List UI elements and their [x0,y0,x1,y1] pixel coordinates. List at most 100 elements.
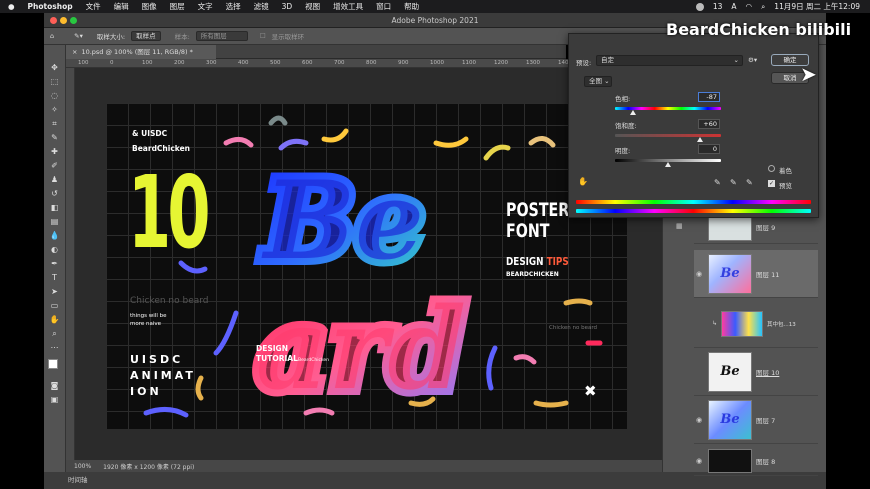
menu-view[interactable]: 视图 [305,1,320,12]
saturation-slider-handle[interactable] [696,137,703,142]
brush-tool-icon[interactable]: ✐ [50,161,60,171]
zoom-tool-icon[interactable]: ⌕ [50,329,60,339]
quick-select-tool-icon[interactable]: ✧ [50,105,60,115]
menu-3d[interactable]: 3D [282,2,293,11]
visibility-eye-icon[interactable]: ◉ [694,270,704,278]
show-ring-checkbox[interactable]: ☐ [260,32,266,40]
foreground-color[interactable] [48,359,58,369]
menu-help[interactable]: 帮助 [404,1,419,12]
quick-mask-icon[interactable]: ◙ [50,381,60,391]
sample-select[interactable]: 所有图层 [195,31,248,41]
pen-tool-icon[interactable]: ✒ [50,259,60,269]
eyedropper-icon[interactable]: ✎ [50,133,60,143]
tutorial-small: TUTORIAL [256,354,298,363]
document-size[interactable]: 1920 像素 x 1200 像素 (72 ppi) [103,462,194,471]
apple-menu-icon[interactable]: ● [8,2,15,11]
ruler-tick-label: 500 [270,60,281,66]
eyedropper-icon[interactable]: ✎ [714,178,721,187]
eraser-tool-icon[interactable]: ◧ [50,203,60,213]
panel-icon[interactable]: ▦ [676,222,683,230]
lasso-tool-icon[interactable]: ◌ [50,91,60,101]
eyedropper-tool-icon[interactable]: ✎▾ [74,32,83,40]
search-icon[interactable]: ⌕ [761,2,765,12]
app-menu[interactable]: Photoshop [28,2,73,11]
stamp-tool-icon[interactable]: ♟ [50,175,60,185]
menu-window[interactable]: 窗口 [376,1,391,12]
eyedropper-plus-icon[interactable]: ✎ [730,178,737,187]
layer-row[interactable]: ◉ Be 图层 7 [694,396,818,444]
ruler-tick-label: 100 [142,60,153,66]
layer-row[interactable]: ↳ 其中包...13 [694,300,818,348]
vertical-ruler[interactable] [66,68,75,460]
layer-row-selected[interactable]: ◉ Be 图层 11 [694,250,818,298]
show-ring-label: 显示取样环 [271,33,305,41]
saturation-slider[interactable] [615,134,721,137]
visibility-eye-icon[interactable]: ◉ [694,416,704,424]
colorize-checkbox[interactable] [768,165,775,172]
menu-select[interactable]: 选择 [226,1,241,12]
history-brush-icon[interactable]: ↺ [50,189,60,199]
target-adjust-hand-icon[interactable]: ✋ [578,177,588,186]
crop-tool-icon[interactable]: ⌗ [50,119,60,129]
screen-mode-icon[interactable]: ▣ [50,395,60,405]
layer-row[interactable]: ◉ 图层 8 [694,446,818,476]
menu-edit[interactable]: 编辑 [114,1,129,12]
minimize-window-button[interactable] [60,17,67,24]
zoom-level[interactable]: 100% [74,463,91,470]
gradient-tool-icon[interactable]: ▤ [50,217,60,227]
clock[interactable]: 11月9日 周二 上午12:09 [774,1,860,12]
hand-tool-icon[interactable]: ✋ [50,315,60,325]
menu-image[interactable]: 图像 [142,1,157,12]
preview-checkbox[interactable]: ✓ [768,180,775,187]
output-color-bar [576,209,811,213]
path-select-tool-icon[interactable]: ➤ [50,287,60,297]
eyedropper-minus-icon[interactable]: ✎ [746,178,753,187]
dodge-tool-icon[interactable]: ◐ [50,245,60,255]
sample-size-select[interactable]: 取样点 [131,31,161,41]
saturation-input[interactable]: +60 [698,119,720,129]
type-tool-icon[interactable]: T [50,273,60,283]
notification-count[interactable]: 13 [713,2,723,11]
color-swatches[interactable] [44,357,65,377]
channel-select-value: 全图 [589,77,602,85]
ruler-tick-label: 1200 [494,60,508,66]
hue-label: 色相: [615,95,631,103]
menu-layer[interactable]: 图层 [170,1,185,12]
menu-file[interactable]: 文件 [86,1,101,12]
preset-gear-icon[interactable]: ⚙▾ [748,56,757,64]
blur-tool-icon[interactable]: 💧 [50,231,60,241]
marquee-tool-icon[interactable]: ⬚ [50,77,60,87]
lightness-slider-handle[interactable] [665,162,671,167]
layer-thumbnail: Be [708,351,752,392]
input-method-icon[interactable]: A [731,2,736,11]
visibility-eye-icon[interactable]: ◉ [694,457,704,465]
status-icon[interactable] [695,2,704,11]
lightness-input[interactable]: 0 [698,144,720,154]
close-tab-icon[interactable]: × [72,48,77,56]
wifi-icon[interactable]: ◠ [746,2,753,11]
layer-row[interactable]: Be 图层 10 [694,348,818,396]
close-window-button[interactable] [50,17,57,24]
tools-panel: ✥ ⬚ ◌ ✧ ⌗ ✎ ✚ ✐ ♟ ↺ ◧ ▤ 💧 ◐ ✒ T ➤ ▭ ✋ ⌕ … [44,45,66,472]
channel-select[interactable]: 全图 ⌄ [584,76,612,87]
colorize-label: 着色 [779,167,792,175]
more-tools-icon[interactable]: ⋯ [50,343,60,353]
move-tool-icon[interactable]: ✥ [50,63,60,73]
artwork-canvas[interactable]: Be Be ard ard & UISDC BeardChicken 10 PO… [106,103,627,429]
menu-plugins[interactable]: 增效工具 [333,1,363,12]
hue-slider-handle[interactable] [630,110,637,115]
ruler-tick-label: 0 [110,60,114,66]
menu-type[interactable]: 文字 [198,1,213,12]
preset-select[interactable]: 自定 ⌄ [596,55,743,66]
zoom-window-button[interactable] [70,17,77,24]
shape-tool-icon[interactable]: ▭ [50,301,60,311]
healing-tool-icon[interactable]: ✚ [50,147,60,157]
document-tab[interactable]: × 10.psd @ 100% (图层 11, RGB/8) * [66,45,216,59]
menu-filter[interactable]: 滤镜 [254,1,269,12]
design-word: DESIGN [506,255,544,268]
preset-label: 预设: [576,59,592,67]
watermark: BeardChicken bilibili [666,20,852,39]
hue-input[interactable]: -87 [698,92,720,102]
ruler-tick-label: 1000 [430,60,444,66]
home-icon[interactable]: ⌂ [50,32,54,40]
